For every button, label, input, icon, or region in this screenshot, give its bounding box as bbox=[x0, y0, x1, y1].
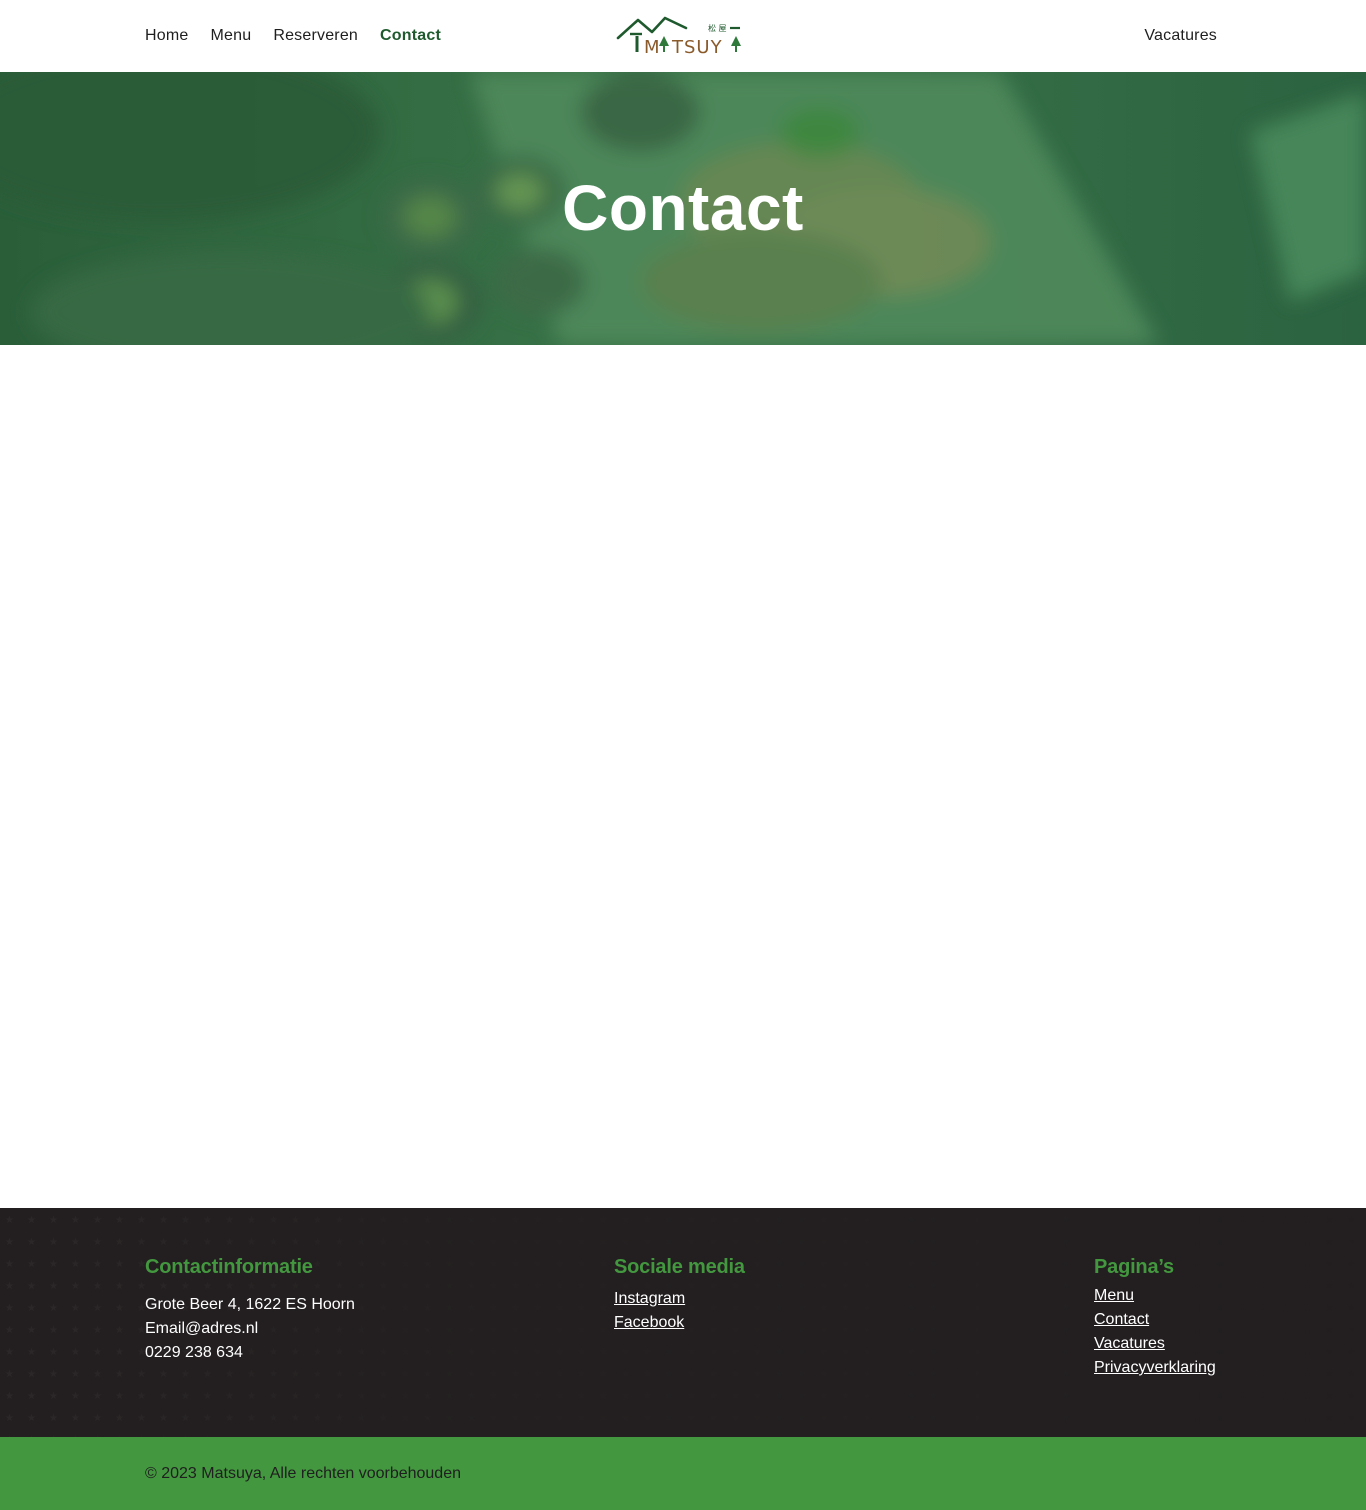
main-content bbox=[0, 345, 1366, 1208]
nav-menu[interactable]: Menu bbox=[210, 27, 251, 45]
footer-link-vacatures[interactable]: Vacatures bbox=[1094, 1332, 1216, 1356]
footer-contact-column: Contactinformatie Grote Beer 4, 1622 ES … bbox=[145, 1256, 355, 1365]
logo-mark: 松 屋 M TSUY bbox=[616, 16, 741, 58]
footer-contact-heading: Contactinformatie bbox=[145, 1256, 313, 1278]
footer-pages-heading: Pagina’s bbox=[1094, 1256, 1174, 1278]
site-header: Home Menu Reserveren Contact 松 屋 M TSUY … bbox=[0, 0, 1366, 72]
footer-link-contact[interactable]: Contact bbox=[1094, 1308, 1216, 1332]
svg-text:松 屋: 松 屋 bbox=[708, 23, 727, 33]
svg-text:M: M bbox=[644, 37, 661, 58]
nav-home[interactable]: Home bbox=[145, 27, 188, 45]
footer-link-instagram[interactable]: Instagram bbox=[614, 1287, 745, 1311]
footer-phone[interactable]: 0229 238 634 bbox=[145, 1341, 355, 1365]
copyright-bar: © 2023 Matsuya, Alle rechten voorbehoude… bbox=[0, 1437, 1366, 1510]
matsuya-logo[interactable]: 松 屋 M TSUY bbox=[616, 14, 744, 58]
nav-contact[interactable]: Contact bbox=[380, 27, 441, 45]
footer-link-privacy[interactable]: Privacyverklaring bbox=[1094, 1356, 1216, 1380]
footer-social-heading: Sociale media bbox=[614, 1256, 745, 1278]
footer-link-facebook[interactable]: Facebook bbox=[614, 1311, 745, 1335]
footer-email[interactable]: Email@adres.nl bbox=[145, 1317, 355, 1341]
svg-text:TSUY: TSUY bbox=[671, 37, 723, 58]
footer-pages-column: Pagina’s Menu Contact Vacatures Privacyv… bbox=[1094, 1256, 1216, 1380]
page-title: Contact bbox=[562, 171, 804, 244]
footer-social-column: Sociale media Instagram Facebook bbox=[614, 1256, 745, 1335]
footer-address: Grote Beer 4, 1622 ES Hoorn bbox=[145, 1296, 355, 1313]
footer-link-menu[interactable]: Menu bbox=[1094, 1284, 1216, 1308]
hero-banner: Contact bbox=[0, 72, 1366, 345]
nav-right: Vacatures bbox=[1144, 0, 1217, 72]
nav-vacatures[interactable]: Vacatures bbox=[1144, 27, 1217, 45]
site-footer: ★ Contactinformatie Grote Beer 4, 1622 E… bbox=[0, 1208, 1366, 1437]
nav-reserveren[interactable]: Reserveren bbox=[273, 27, 358, 45]
copyright-text: © 2023 Matsuya, Alle rechten voorbehoude… bbox=[145, 1464, 461, 1482]
main-nav: Home Menu Reserveren Contact bbox=[145, 0, 441, 72]
